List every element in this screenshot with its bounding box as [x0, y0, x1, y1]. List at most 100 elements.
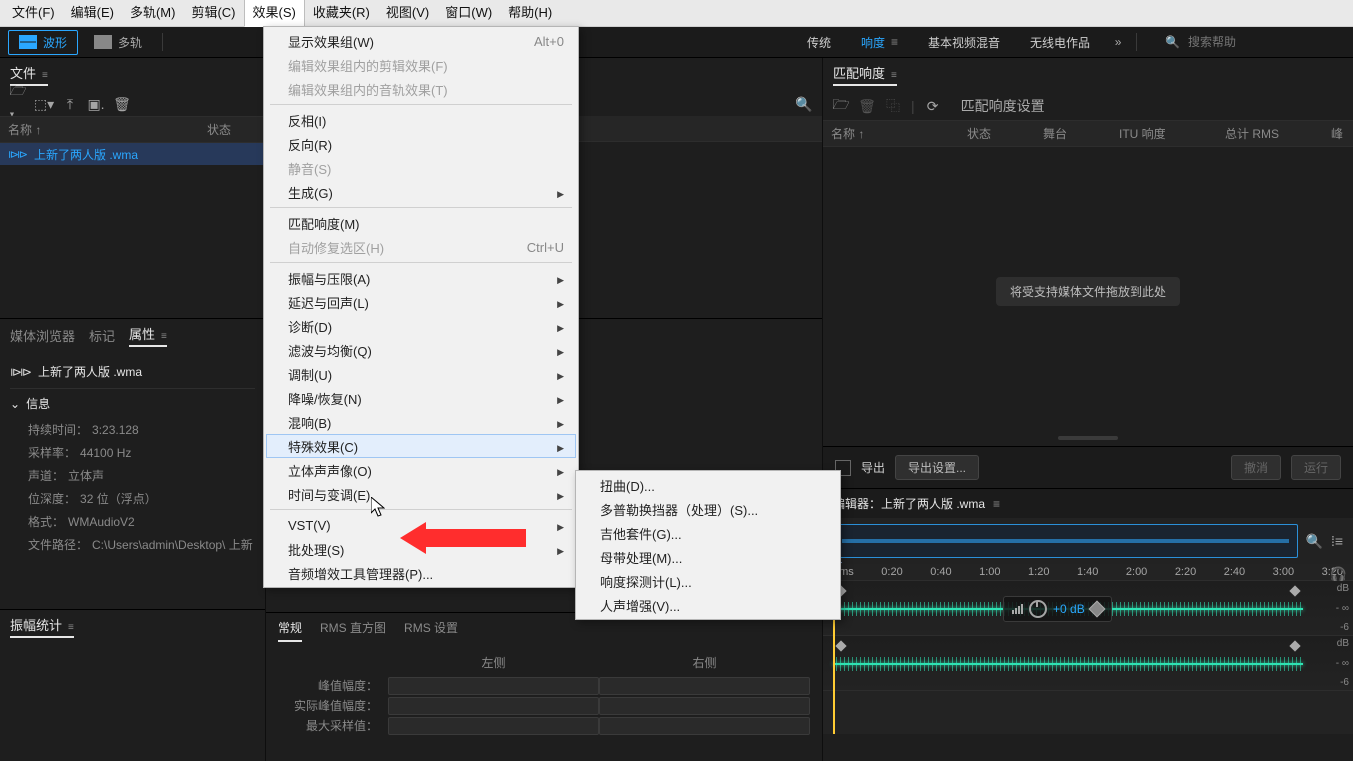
editor-title: 编辑器：上新了两人版 .wma	[833, 495, 985, 512]
effects-menu-item[interactable]: 反相(I)	[266, 108, 576, 132]
special-menu-item[interactable]: 响度探测计(L)...	[578, 569, 838, 593]
main-menubar: 文件(F) 编辑(E) 多轨(M) 剪辑(C) 效果(S) 收藏夹(R) 视图(…	[0, 0, 1353, 27]
copy-icon[interactable]: ⿻	[885, 98, 901, 114]
waveform-icon	[19, 35, 37, 49]
record-icon[interactable]: ⬚▾	[36, 96, 52, 112]
amp-tab-rms-hist[interactable]: RMS 直方图	[320, 619, 386, 642]
effects-menu-item[interactable]: 匹配响度(M)	[266, 211, 576, 235]
export-settings-button[interactable]: 导出设置...	[895, 455, 979, 480]
match-col-rms[interactable]: 总计 RMS	[1217, 121, 1323, 146]
effects-menu-item[interactable]: 音频增效工具管理器(P)...	[266, 561, 576, 585]
editor-timeline[interactable]: hms0:200:401:001:201:402:002:202:403:003…	[823, 564, 1353, 734]
menu-clip[interactable]: 剪辑(C)	[183, 0, 243, 26]
workspace-toolbar: 波形 多轨 传统 响度 ≡ 基本视频混音 无线电作品 » 🔍	[0, 27, 1353, 58]
tab-properties[interactable]: 属性≡	[129, 324, 167, 347]
submenu-arrow-icon	[517, 439, 564, 454]
analyze-icon[interactable]: ⟳	[925, 98, 941, 114]
match-col-stage[interactable]: 舞台	[1035, 121, 1111, 146]
menu-view[interactable]: 视图(V)	[378, 0, 437, 26]
tab-amplitude-stats[interactable]: 振幅统计≡	[10, 615, 74, 638]
workspace-tab-loudness[interactable]: 响度 ≡	[851, 31, 908, 54]
col-status[interactable]: 状态	[199, 117, 265, 142]
info-section-toggle[interactable]: ⌄ 信息	[10, 389, 255, 418]
menu-effects[interactable]: 效果(S)	[244, 0, 305, 27]
workspace-tab-videomix[interactable]: 基本视频混音	[918, 31, 1010, 54]
zoom-icon[interactable]: 🔍	[1306, 533, 1323, 550]
trash-icon[interactable]: 🗑	[859, 98, 875, 114]
match-toolbar: 🗁 🗑 ⿻ | ⟳ 匹配响度设置	[823, 92, 1353, 120]
effects-menu-item[interactable]: 时间与变调(E)	[266, 482, 576, 506]
folder-icon[interactable]: 🗁	[833, 98, 849, 114]
run-button[interactable]: 运行	[1291, 455, 1341, 480]
help-search[interactable]: 🔍	[1165, 34, 1345, 50]
new-icon[interactable]: ▣.	[88, 96, 104, 112]
help-search-input[interactable]	[1186, 34, 1345, 50]
col-name[interactable]: 名称 ↑	[0, 117, 199, 142]
effects-menu-item[interactable]: 显示效果组(W)Alt+0	[266, 29, 576, 53]
cancel-button[interactable]: 撤消	[1231, 455, 1281, 480]
tab-match-loudness[interactable]: 匹配响度≡	[833, 63, 897, 86]
effects-menu-item[interactable]: 生成(G)	[266, 180, 576, 204]
resize-handle[interactable]	[1058, 436, 1118, 440]
match-settings-button[interactable]: 匹配响度设置	[961, 96, 1045, 116]
open-file-icon[interactable]: 🗁▾	[10, 96, 26, 112]
mode-multitrack-button[interactable]: 多轨	[84, 31, 152, 54]
amp-tab-general[interactable]: 常规	[278, 619, 302, 642]
delete-icon[interactable]: 🗑	[114, 96, 130, 112]
gain-control[interactable]: +0 dB	[1003, 596, 1112, 622]
special-menu-item[interactable]: 母带处理(M)...	[578, 545, 838, 569]
special-menu-item[interactable]: 人声增强(V)...	[578, 593, 838, 617]
match-col-status[interactable]: 状态	[959, 121, 1035, 146]
submenu-arrow-icon	[517, 367, 564, 382]
menu-favorites[interactable]: 收藏夹(R)	[305, 0, 378, 26]
effects-menu-item[interactable]: 滤波与均衡(Q)	[266, 338, 576, 362]
marker-start-r[interactable]	[835, 640, 846, 651]
filter-icon[interactable]: 🔍	[796, 96, 812, 112]
amp-row-maxsample: 最大采样值：	[278, 717, 388, 735]
dropdown-special-effects: 扭曲(D)...多普勒换挡器（处理）(S)...吉他套件(G)...母带处理(M…	[575, 470, 841, 620]
effects-menu-item[interactable]: 降噪/恢复(N)	[266, 386, 576, 410]
effects-menu-item[interactable]: 延迟与回声(L)	[266, 290, 576, 314]
marker-end-r[interactable]	[1289, 640, 1300, 651]
import-icon[interactable]: ⤒	[62, 96, 78, 112]
effects-menu-item[interactable]: 反向(R)	[266, 132, 576, 156]
left-column: 文件≡ 🗁▾ ⬚▾ ⤒ ▣. 🗑 名称 ↑ 状态 ⧐⧐ 上新了两人版 .wma	[0, 58, 266, 761]
special-menu-item[interactable]: 吉他套件(G)...	[578, 521, 838, 545]
match-col-name[interactable]: 名称 ↑	[823, 121, 959, 146]
amp-tab-rms-set[interactable]: RMS 设置	[404, 619, 458, 642]
menu-multitrack[interactable]: 多轨(M)	[122, 0, 184, 26]
effects-menu-item[interactable]: 特殊效果(C)	[266, 434, 576, 458]
tab-markers[interactable]: 标记	[89, 326, 115, 345]
match-col-peak[interactable]: 峰	[1323, 121, 1353, 146]
settings-icon[interactable]: ⁞≡	[1331, 533, 1343, 549]
special-menu-item[interactable]: 多普勒换挡器（处理）(S)...	[578, 497, 838, 521]
tab-media-browser[interactable]: 媒体浏览器	[10, 326, 75, 345]
workspace-tab-classic[interactable]: 传统	[797, 31, 841, 54]
menu-file[interactable]: 文件(F)	[4, 0, 63, 26]
menu-window[interactable]: 窗口(W)	[437, 0, 500, 26]
special-menu-item[interactable]: 扭曲(D)...	[578, 473, 838, 497]
time-ruler[interactable]: hms0:200:401:001:201:402:002:202:403:003…	[823, 564, 1353, 581]
menu-edit[interactable]: 编辑(E)	[63, 0, 122, 26]
track-left[interactable]: dB- ∞-6 +0 dB	[823, 581, 1353, 636]
keyframe-icon[interactable]	[1088, 601, 1105, 618]
effects-menu-item[interactable]: 诊断(D)	[266, 314, 576, 338]
workspace-tab-radio[interactable]: 无线电作品	[1020, 31, 1100, 54]
effects-menu-item[interactable]: 振幅与压限(A)	[266, 266, 576, 290]
effects-menu-item[interactable]: 混响(B)	[266, 410, 576, 434]
track-right[interactable]: dB- ∞-6	[823, 636, 1353, 691]
match-drop-area[interactable]: 将受支持媒体文件拖放到此处	[823, 147, 1353, 436]
effects-menu-item[interactable]: 立体声声像(O)	[266, 458, 576, 482]
info-filepath: 文件路径：C:\Users\admin\Desktop\ 上新	[10, 533, 255, 556]
menu-help[interactable]: 帮助(H)	[500, 0, 560, 26]
overview-scrollbar[interactable]	[833, 524, 1298, 558]
overflow-icon[interactable]: »	[1110, 34, 1126, 50]
match-col-itu[interactable]: ITU 响度	[1111, 121, 1217, 146]
amp-col-left: 左侧	[388, 654, 599, 675]
mode-waveform-button[interactable]: 波形	[8, 30, 78, 55]
chevron-down-icon: ⌄	[10, 397, 20, 411]
effects-menu-item[interactable]: 调制(U)	[266, 362, 576, 386]
file-row[interactable]: ⧐⧐ 上新了两人版 .wma	[0, 143, 265, 165]
gain-knob-icon[interactable]	[1029, 600, 1047, 618]
marker-end-l[interactable]	[1289, 585, 1300, 596]
